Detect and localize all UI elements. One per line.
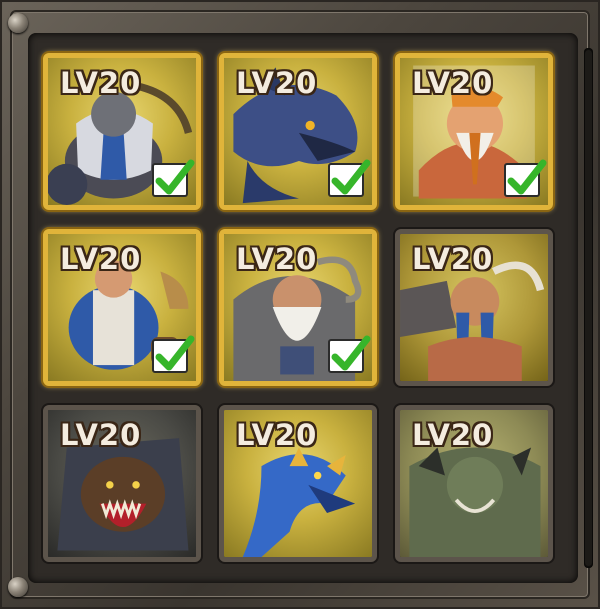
selected-checkbox[interactable] bbox=[328, 335, 371, 373]
hero-level-label: LV20 bbox=[412, 66, 494, 100]
hero-card-armored-bear[interactable]: LV20 bbox=[43, 405, 201, 562]
rivet-top-left bbox=[8, 13, 28, 33]
hero-level-label: LV20 bbox=[60, 418, 142, 452]
hero-card-green-troll[interactable]: LV20 bbox=[395, 405, 553, 562]
hero-card-blue-wolf[interactable]: LV20 bbox=[219, 53, 377, 210]
panel-frame: LV20 LV20 LV20 LV20 LV20 LV20 LV20 LV20 … bbox=[0, 0, 600, 609]
selected-checkbox[interactable] bbox=[152, 159, 195, 197]
hero-level-label: LV20 bbox=[236, 418, 318, 452]
hero-card-horned-dwarf[interactable]: LV20 bbox=[395, 229, 553, 386]
hero-level-label: LV20 bbox=[412, 418, 494, 452]
scrollbar[interactable] bbox=[584, 48, 593, 568]
hero-card-armored-dwarf-warrior[interactable]: LV20 bbox=[43, 53, 201, 210]
selected-checkbox[interactable] bbox=[328, 159, 371, 197]
rivet-bottom-left bbox=[8, 577, 28, 597]
checkmark-icon bbox=[155, 335, 195, 371]
hero-level-label: LV20 bbox=[60, 242, 142, 276]
checkmark-icon bbox=[331, 159, 371, 195]
hero-level-label: LV20 bbox=[236, 66, 318, 100]
hero-level-label: LV20 bbox=[412, 242, 494, 276]
selected-checkbox[interactable] bbox=[152, 335, 195, 373]
selected-checkbox[interactable] bbox=[504, 159, 547, 197]
hero-level-label: LV20 bbox=[236, 242, 318, 276]
checkmark-icon bbox=[331, 335, 371, 371]
checkmark-icon bbox=[507, 159, 547, 195]
hero-level-label: LV20 bbox=[60, 66, 142, 100]
scrollbar-thumb[interactable] bbox=[585, 50, 592, 566]
checkmark-icon bbox=[155, 159, 195, 195]
hero-card-dwarf-drummer[interactable]: LV20 bbox=[43, 229, 201, 386]
hero-card-bearded-dwarf-chieftain[interactable]: LV20 bbox=[395, 53, 553, 210]
hero-card-blue-dragon[interactable]: LV20 bbox=[219, 405, 377, 562]
hero-card-dwarf-elder[interactable]: LV20 bbox=[219, 229, 377, 386]
